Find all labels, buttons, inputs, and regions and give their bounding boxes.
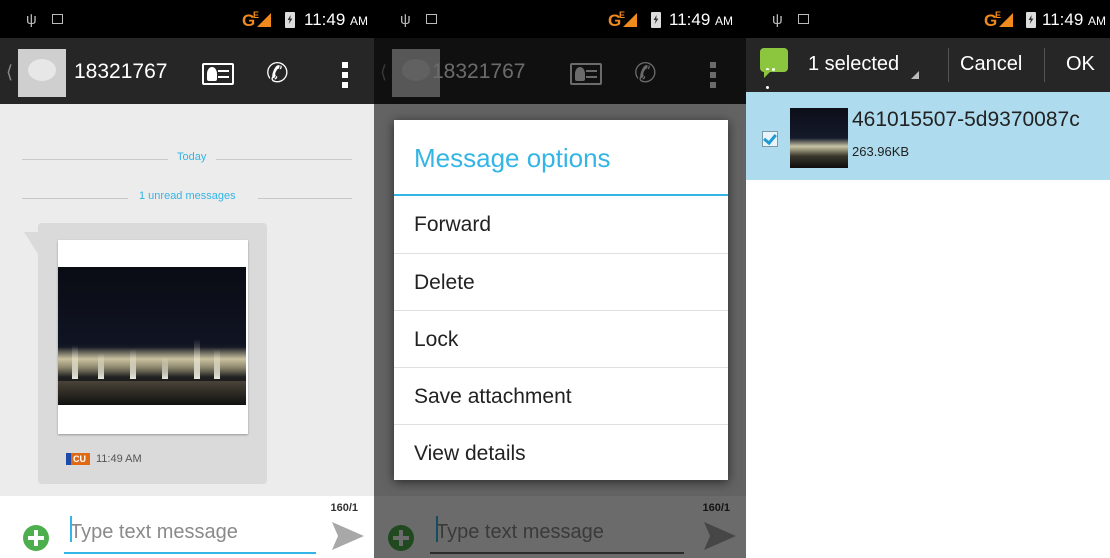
image-attachment[interactable] [58,240,248,434]
battery-icon [651,12,661,28]
signal-icon: GE [984,10,1020,30]
battery-icon [285,12,295,28]
fountain-photo [58,267,246,405]
ok-button[interactable]: OK [1066,53,1095,76]
usb-icon: ψ [400,11,411,28]
status-time: 11:49 AM [304,10,369,29]
option-view-details[interactable]: View details [394,424,728,481]
messaging-app-icon [760,48,788,89]
signal-icon: GE [242,10,278,30]
phone-icon[interactable]: ✆ [266,58,289,89]
unread-divider-label: 1 unread messages [139,190,236,202]
char-counter: 160/1 [330,502,358,514]
send-icon [332,522,364,550]
dialog-title: Message options [414,143,611,173]
status-time: 11:49 AM [669,10,734,29]
message-options-dialog: Message options Forward Delete Lock Save… [394,120,728,480]
attachment-name: 461015507-5d9370087c [852,108,1080,131]
add-attachment-button[interactable] [23,525,49,551]
usb-icon: ψ [26,11,37,28]
usb-icon: ψ [772,11,783,28]
back-icon[interactable]: ⟨ [6,62,13,83]
dropdown-caret-icon[interactable] [911,71,919,79]
status-bar: ψ GE 11:49 AM [374,0,746,38]
status-bar: ψ GE 11:49 AM [746,0,1110,38]
battery-icon [1026,12,1036,28]
attachment-checkbox[interactable] [762,131,778,147]
date-divider: Today [22,151,352,169]
option-forward[interactable]: Forward [394,196,728,253]
screenshot-composite: ψ GE 11:49 AM ⟨ 18321767 ✆ Today 1 unrea… [0,0,1110,558]
text-cursor [70,516,72,542]
message-time: 11:49 AM [96,453,142,465]
send-button[interactable] [332,522,364,550]
option-lock[interactable]: Lock [394,310,728,367]
attachment-size: 263.96KB [852,144,910,159]
attachment-thumbnail [790,108,848,168]
image-notification-icon [798,14,809,24]
option-save-attachment[interactable]: Save attachment [394,367,728,424]
option-delete[interactable]: Delete [394,253,728,310]
cancel-button[interactable]: Cancel [960,53,1022,76]
avatar[interactable] [18,49,66,97]
attachment-selection-screen: ψ GE 11:49 AM 1 selected Cancel OK 46101… [746,0,1110,558]
status-time: 11:49 AM [1042,10,1107,29]
image-notification-icon [52,14,63,24]
unread-divider: 1 unread messages [22,190,352,208]
message-options-screen: ψ GE 11:49 AM ⟨ 18321767 ✆ 160/1 [374,0,746,558]
action-bar: ⟨ 18321767 ✆ [0,38,374,104]
signal-icon: GE [608,10,644,30]
attachment-row[interactable]: 461015507-5d9370087c 263.96KB [746,92,1110,180]
overflow-menu-icon[interactable] [342,62,348,88]
selection-count[interactable]: 1 selected [808,53,899,76]
date-divider-label: Today [177,151,207,163]
contact-number: 18321767 [74,60,168,83]
image-notification-icon [426,14,437,24]
message-input[interactable] [64,512,316,554]
status-bar: ψ GE 11:49 AM [0,0,374,38]
compose-bar: 160/1 [0,496,374,558]
contact-card-icon[interactable] [202,63,234,85]
bubble-tail [24,232,38,254]
operator-badge: CU [66,453,90,465]
selection-action-bar: 1 selected Cancel OK [746,38,1110,92]
conversation-screen: ψ GE 11:49 AM ⟨ 18321767 ✆ Today 1 unrea… [0,0,374,558]
